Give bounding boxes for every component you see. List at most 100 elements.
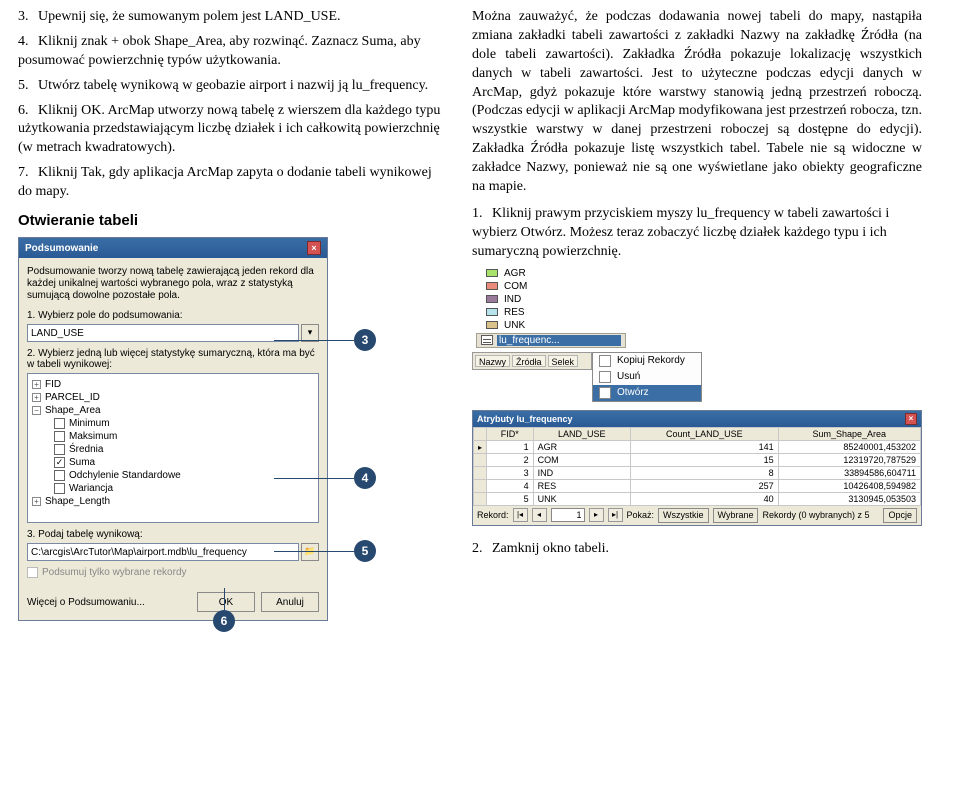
- toc-tabs[interactable]: Nazwy Źródła Selek: [472, 352, 592, 370]
- checkbox[interactable]: [54, 418, 65, 429]
- ok-button[interactable]: OK: [197, 592, 255, 612]
- layer-label: IND: [504, 294, 521, 305]
- menu-item[interactable]: Kopiuj Rekordy: [617, 355, 685, 366]
- last-record-icon[interactable]: ▸|: [608, 508, 623, 522]
- table-row[interactable]: 3IND833894586,604711: [474, 466, 921, 479]
- checkbox[interactable]: [54, 444, 65, 455]
- layer-label: RES: [504, 307, 525, 318]
- row-marker: [474, 440, 487, 453]
- right-steps-2: 2.Zamknij okno tabeli.: [472, 540, 922, 559]
- attribute-table[interactable]: FID* LAND_USE Count_LAND_USE Sum_Shape_A…: [473, 427, 921, 506]
- toc-legend: AGR COM IND RES UNK lu_frequenc...: [472, 268, 702, 348]
- record-number-input[interactable]: [551, 508, 585, 522]
- tree-item[interactable]: Odchylenie Standardowe: [69, 470, 181, 481]
- callout-5: 5: [354, 540, 386, 562]
- stats-tree[interactable]: + FID + PARCEL_ID −Shape_Area Minimum Maks…: [27, 373, 319, 523]
- toc-selected-table[interactable]: lu_frequenc...: [476, 333, 626, 348]
- field-label: 2. Wybierz jedną lub więcej statystykę s…: [27, 348, 319, 370]
- col-header[interactable]: FID*: [487, 427, 534, 440]
- tab-nazwy[interactable]: Nazwy: [475, 355, 510, 367]
- records-info: Rekordy (0 wybranych) z 5: [762, 510, 879, 520]
- step-text: Utwórz tabelę wynikową w geobazie airpor…: [38, 78, 428, 93]
- step-num: 2.: [472, 540, 492, 559]
- callout-6: 6: [213, 610, 245, 632]
- checkbox-disabled: [27, 567, 38, 578]
- step-text: Kliknij znak + obok Shape_Area, aby rozw…: [18, 34, 421, 68]
- next-record-icon[interactable]: ▸: [589, 508, 604, 522]
- swatch-icon: [486, 295, 498, 303]
- row-marker: [474, 466, 487, 479]
- output-table-input[interactable]: [27, 543, 299, 561]
- col-header[interactable]: Sum_Shape_Area: [778, 427, 920, 440]
- section-heading: Otwieranie tabeli: [18, 212, 448, 229]
- tab-selek[interactable]: Selek: [548, 355, 579, 367]
- table-row[interactable]: 4RES25710426408,594982: [474, 479, 921, 492]
- step-text: Kliknij prawym przyciskiem myszy lu_freq…: [472, 206, 889, 259]
- menu-item[interactable]: Usuń: [617, 371, 640, 382]
- minus-icon[interactable]: −: [32, 406, 41, 415]
- step-text: Kliknij OK. ArcMap utworzy nową tabelę z…: [18, 103, 440, 156]
- tree-item[interactable]: PARCEL_ID: [45, 392, 100, 403]
- about-link[interactable]: Więcej o Podsumowaniu...: [27, 597, 145, 608]
- layer-label: UNK: [504, 320, 525, 331]
- callout-3: 3: [354, 329, 386, 351]
- checkbox-checked[interactable]: [54, 457, 65, 468]
- show-label: Pokaż:: [627, 510, 655, 520]
- col-header[interactable]: Count_LAND_USE: [631, 427, 779, 440]
- menu-item[interactable]: Otwórz: [617, 387, 649, 398]
- step-text: Upewnij się, że sumowanym polem jest LAN…: [38, 9, 341, 24]
- close-icon[interactable]: ×: [307, 241, 321, 255]
- row-marker: [474, 492, 487, 505]
- attribute-table-window: Atrybuty lu_frequency × FID* LAND_USE Co…: [472, 410, 922, 526]
- plus-icon[interactable]: +: [32, 497, 41, 506]
- plus-icon[interactable]: +: [32, 380, 41, 389]
- layer-label: COM: [504, 281, 527, 292]
- tree-item[interactable]: Średnia: [69, 444, 103, 455]
- field-label: 1. Wybierz pole do podsumowania:: [27, 310, 319, 321]
- first-record-icon[interactable]: |◂: [513, 508, 528, 522]
- swatch-icon: [486, 269, 498, 277]
- tree-item[interactable]: Shape_Area: [45, 405, 101, 416]
- field-label: 3. Podaj tabelę wynikową:: [27, 529, 319, 540]
- toc-item-label: lu_frequenc...: [497, 335, 621, 346]
- options-button[interactable]: Opcje: [883, 508, 917, 523]
- tree-item[interactable]: Minimum: [69, 418, 110, 429]
- show-selected-button[interactable]: Wybrane: [713, 508, 759, 523]
- tab-zrodla[interactable]: Źródła: [512, 355, 546, 367]
- dialog-description: Podsumowanie tworzy nową tabelę zawieraj…: [27, 266, 319, 302]
- dialog-title: Podsumowanie: [25, 243, 98, 254]
- checkbox[interactable]: [54, 431, 65, 442]
- checkbox[interactable]: [54, 470, 65, 481]
- table-row[interactable]: 1AGR14185240001,453202: [474, 440, 921, 453]
- table-row[interactable]: 2COM1512319720,787529: [474, 453, 921, 466]
- step-num: 4.: [18, 33, 38, 52]
- checkbox[interactable]: [54, 483, 65, 494]
- step-num: 1.: [472, 205, 492, 224]
- plus-icon[interactable]: +: [32, 393, 41, 402]
- cancel-button[interactable]: Anuluj: [261, 592, 319, 612]
- tree-item[interactable]: Maksimum: [69, 431, 117, 442]
- tree-item[interactable]: Suma: [69, 457, 95, 468]
- step-text: Kliknij Tak, gdy aplikacja ArcMap zapyta…: [18, 165, 432, 199]
- show-all-button[interactable]: Wszystkie: [658, 508, 709, 523]
- layer-label: AGR: [504, 268, 526, 279]
- close-icon[interactable]: ×: [905, 413, 917, 425]
- row-marker-header: [474, 427, 487, 440]
- record-label: Rekord:: [477, 510, 509, 520]
- prev-record-icon[interactable]: ◂: [532, 508, 547, 522]
- intro-paragraph: Można zauważyć, że podczas dodawania now…: [472, 8, 922, 197]
- copy-icon: [599, 355, 611, 367]
- table-row[interactable]: 5UNK403130945,053503: [474, 492, 921, 505]
- folder-icon[interactable]: 📁: [301, 543, 319, 561]
- context-menu[interactable]: Kopiuj Rekordy Usuń Otwórz: [592, 352, 702, 402]
- step-text: Zamknij okno tabeli.: [492, 541, 609, 556]
- swatch-icon: [486, 282, 498, 290]
- tree-item[interactable]: Shape_Length: [45, 496, 110, 507]
- step-num: 6.: [18, 102, 38, 121]
- summarize-dialog: Podsumowanie × Podsumowanie tworzy nową …: [18, 237, 328, 621]
- tree-item[interactable]: FID: [45, 379, 61, 390]
- summarize-field-select[interactable]: [27, 324, 299, 342]
- row-marker: [474, 479, 487, 492]
- col-header[interactable]: LAND_USE: [533, 427, 630, 440]
- tree-item[interactable]: Wariancja: [69, 483, 113, 494]
